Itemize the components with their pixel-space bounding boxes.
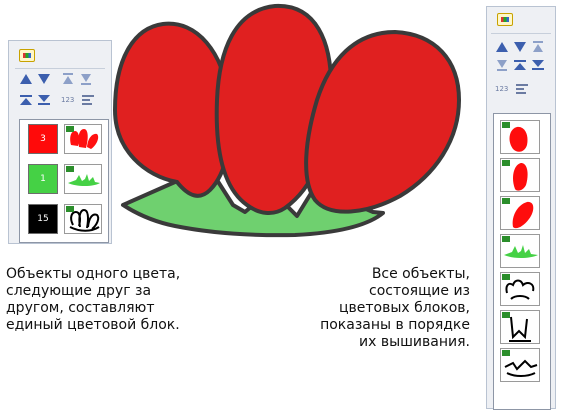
sequence-number-icon[interactable]: 123 bbox=[61, 94, 77, 106]
outline-black-icon[interactable] bbox=[64, 204, 102, 234]
block-badge-icon bbox=[66, 166, 74, 172]
color-block-list: 3 1 15 bbox=[19, 119, 109, 243]
petal-right-icon[interactable] bbox=[500, 196, 540, 230]
right-caption: Все объекты, состоящие из цветовых блоко… bbox=[320, 266, 470, 350]
left-caption: Объекты одного цвета, следующие друг за … bbox=[6, 266, 181, 333]
move-up-icon[interactable] bbox=[19, 73, 33, 85]
outline-top-icon[interactable] bbox=[500, 272, 540, 306]
object-list bbox=[493, 113, 551, 410]
color-palette-icon[interactable] bbox=[497, 13, 513, 26]
block-badge-icon bbox=[66, 126, 74, 132]
toolbar-separator bbox=[491, 33, 551, 34]
color-blocks-panel: 123 3 1 15 bbox=[8, 40, 112, 244]
object-badge-icon bbox=[502, 312, 510, 318]
move-bottom-icon[interactable] bbox=[495, 59, 509, 71]
move-to-start-icon[interactable] bbox=[513, 59, 527, 71]
sequence-number-icon[interactable]: 123 bbox=[495, 83, 511, 95]
object-badge-icon bbox=[502, 122, 510, 128]
block-badge-icon bbox=[66, 206, 74, 212]
left-petal bbox=[112, 21, 233, 198]
color-swatch-black[interactable]: 15 bbox=[28, 204, 58, 234]
color-swatch-red[interactable]: 3 bbox=[28, 124, 58, 154]
move-up-icon[interactable] bbox=[495, 41, 509, 53]
toolbar-separator bbox=[15, 68, 105, 69]
move-top-icon[interactable] bbox=[61, 73, 75, 85]
leaves-green-icon[interactable] bbox=[64, 164, 102, 194]
color-palette-icon[interactable] bbox=[19, 49, 35, 62]
object-badge-icon bbox=[502, 350, 510, 356]
object-badge-icon bbox=[502, 160, 510, 166]
move-to-start-icon[interactable] bbox=[19, 94, 33, 106]
objects-panel: 123 bbox=[486, 6, 556, 410]
petals-red-icon[interactable] bbox=[64, 124, 102, 154]
petal-left-icon[interactable] bbox=[500, 120, 540, 154]
move-to-end-icon[interactable] bbox=[531, 59, 545, 71]
petal-middle-icon[interactable] bbox=[500, 158, 540, 192]
object-badge-icon bbox=[502, 236, 510, 242]
object-badge-icon bbox=[502, 198, 510, 204]
outline-mid-icon[interactable] bbox=[500, 310, 540, 344]
move-bottom-icon[interactable] bbox=[79, 73, 93, 85]
leaves-icon[interactable] bbox=[500, 234, 540, 268]
flower-embroidery-design bbox=[112, 3, 462, 238]
color-swatch-green[interactable]: 1 bbox=[28, 164, 58, 194]
object-badge-icon bbox=[502, 274, 510, 280]
outline-bottom-icon[interactable] bbox=[500, 348, 540, 382]
sort-icon[interactable] bbox=[515, 83, 529, 95]
move-down-icon[interactable] bbox=[513, 41, 527, 53]
move-down-icon[interactable] bbox=[37, 73, 51, 85]
move-to-end-icon[interactable] bbox=[37, 94, 51, 106]
sort-icon[interactable] bbox=[81, 94, 95, 106]
move-top-icon[interactable] bbox=[531, 41, 545, 53]
